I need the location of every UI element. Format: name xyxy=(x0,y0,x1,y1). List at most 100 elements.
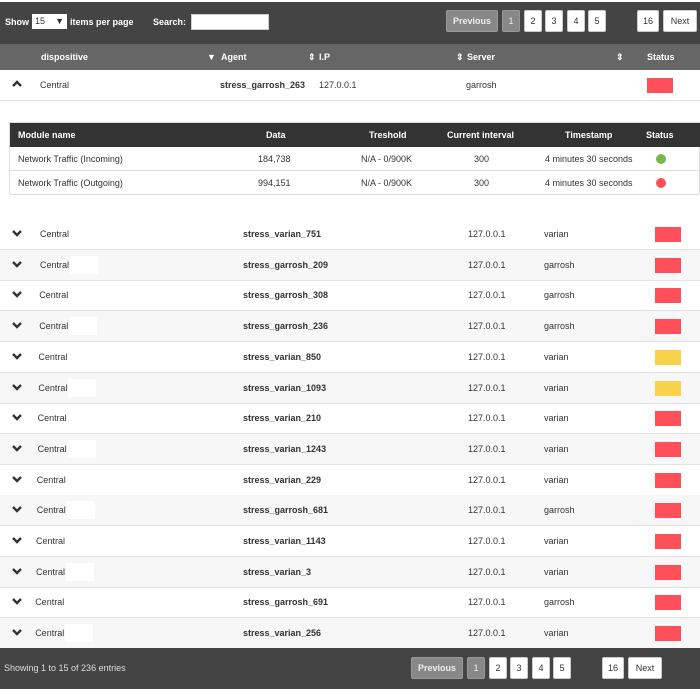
dispositive: Central xyxy=(39,290,69,301)
last-page-button[interactable]: 16 xyxy=(602,657,624,679)
blank-box xyxy=(69,317,98,336)
header-module-name: Module name xyxy=(18,130,76,140)
next-button[interactable]: Next xyxy=(663,10,697,32)
page-button[interactable]: 5 xyxy=(588,10,606,32)
per-page-select[interactable]: 15 ▼ xyxy=(32,14,67,29)
agent-name[interactable]: stress_varian_1093 xyxy=(243,383,326,393)
table-row[interactable]: Central stress_garrosh_308 127.0.0.1 gar… xyxy=(0,280,700,312)
module-row: Network Traffic (Outgoing) 994,151 N/A -… xyxy=(10,171,699,195)
dispositive: Central xyxy=(36,505,66,516)
blank-box xyxy=(66,501,95,520)
header-status: Status xyxy=(646,130,674,140)
table-row[interactable]: Central stress_garrosh_681 127.0.0.1 gar… xyxy=(0,495,700,527)
page-button[interactable]: 4 xyxy=(567,10,585,32)
sort-desc-icon[interactable]: ▼ xyxy=(207,52,216,62)
ip: 127.0.0.1 xyxy=(468,597,506,608)
table-row[interactable]: Central stress_varian_850 127.0.0.1 vari… xyxy=(0,342,700,373)
ip: 127.0.0.1 xyxy=(468,259,506,270)
status-indicator xyxy=(655,411,681,427)
chevron-down-icon[interactable] xyxy=(11,626,23,638)
chevron-down-icon[interactable] xyxy=(11,350,23,362)
sort-icon[interactable]: ⇕ xyxy=(308,52,316,63)
server: garrosh xyxy=(466,80,497,90)
column-ip[interactable]: I.P xyxy=(319,52,330,62)
agent-name[interactable]: stress_garrosh_209 xyxy=(243,260,328,270)
ip: 127.0.0.1 xyxy=(468,382,506,393)
page-button[interactable]: 2 xyxy=(489,657,507,679)
dropdown-arrow-icon: ▼ xyxy=(55,16,64,26)
chevron-down-icon[interactable] xyxy=(11,227,23,239)
dispositive: Central xyxy=(38,351,68,362)
column-server[interactable]: Server xyxy=(467,52,495,62)
table-row[interactable]: Central stress_varian_3 127.0.0.1 varian xyxy=(0,556,700,588)
chevron-down-icon[interactable] xyxy=(11,381,23,393)
status-indicator xyxy=(655,441,681,457)
chevron-down-icon[interactable] xyxy=(11,565,23,577)
table-row[interactable]: Central stress_varian_229 127.0.0.1 vari… xyxy=(0,465,700,496)
page-button[interactable]: 1 xyxy=(502,10,520,32)
chevron-down-icon[interactable] xyxy=(11,411,23,423)
chevron-down-icon[interactable] xyxy=(11,319,23,331)
table-row[interactable]: Central stress_varian_1243 127.0.0.1 var… xyxy=(0,433,700,465)
previous-button[interactable]: Previous xyxy=(411,657,463,679)
items-per-page-label: items per page xyxy=(70,17,134,27)
table-row[interactable]: Central stress_garrosh_209 127.0.0.1 gar… xyxy=(0,249,700,281)
agent-name[interactable]: stress_garrosh_236 xyxy=(243,321,328,331)
ip: 127.0.0.1 xyxy=(468,351,506,362)
page-button[interactable]: 5 xyxy=(553,657,571,679)
chevron-down-icon[interactable] xyxy=(11,534,23,546)
page-button[interactable]: 4 xyxy=(532,657,550,679)
table-row[interactable]: Central stress_garrosh_691 127.0.0.1 gar… xyxy=(0,587,700,619)
status-indicator xyxy=(655,319,681,335)
agent-name[interactable]: stress_garrosh_691 xyxy=(243,597,328,607)
agent-name[interactable]: stress_varian_751 xyxy=(243,229,321,239)
chevron-down-icon[interactable] xyxy=(11,503,23,515)
next-button[interactable]: Next xyxy=(628,657,662,679)
agent-name[interactable]: stress_garrosh_681 xyxy=(243,505,328,515)
agent-name[interactable]: stress_varian_1143 xyxy=(243,536,326,546)
table-row[interactable]: Central stress_varian_1093 127.0.0.1 var… xyxy=(0,372,700,404)
page-button[interactable]: 3 xyxy=(545,10,563,32)
dispositive: Central xyxy=(35,597,65,608)
previous-button[interactable]: Previous xyxy=(446,10,498,32)
per-page-value: 15 xyxy=(35,16,46,26)
sort-icon[interactable]: ⇕ xyxy=(456,52,464,63)
table-row[interactable]: Central stress_varian_210 127.0.0.1 vari… xyxy=(0,403,700,435)
page-button[interactable]: 1 xyxy=(467,657,485,679)
agent-name[interactable]: stress_varian_210 xyxy=(243,413,321,423)
table-row[interactable]: Central stress_varian_1143 127.0.0.1 var… xyxy=(0,526,700,557)
table-row[interactable]: Central stress_varian_751 127.0.0.1 vari… xyxy=(0,219,700,250)
agent-name[interactable]: stress_varian_1243 xyxy=(243,444,326,454)
column-dispositive[interactable]: dispositive xyxy=(41,52,88,62)
chevron-up-icon[interactable] xyxy=(11,78,23,90)
status-dot xyxy=(656,154,666,164)
chevron-down-icon[interactable] xyxy=(11,442,23,454)
table-row[interactable]: Central stress_garrosh_236 127.0.0.1 gar… xyxy=(0,311,700,343)
agent-name[interactable]: stress_garrosh_308 xyxy=(243,290,328,300)
page-button[interactable]: 3 xyxy=(510,657,528,679)
chevron-down-icon[interactable] xyxy=(11,595,23,607)
table-row[interactable]: Central stress_varian_256 127.0.0.1 vari… xyxy=(0,618,700,650)
chevron-down-icon[interactable] xyxy=(11,473,23,485)
entries-info: Showing 1 to 15 of 236 entries xyxy=(4,663,126,673)
ip: 127.0.0.1 xyxy=(468,505,506,516)
search-input[interactable] xyxy=(191,14,269,30)
column-agent[interactable]: Agent xyxy=(221,52,247,62)
ip: 127.0.0.1 xyxy=(468,290,506,301)
ip: 127.0.0.1 xyxy=(468,443,506,454)
agent-name[interactable]: stress_varian_229 xyxy=(243,475,321,485)
module-data: 184,738 xyxy=(258,154,291,164)
table-row-expanded[interactable]: Central stress_garrosh_263 127.0.0.1 gar… xyxy=(0,70,700,101)
top-toolbar: Show 15 ▼ items per page Search: Previous… xyxy=(0,2,700,44)
agent-name[interactable]: stress_garrosh_263 xyxy=(220,80,305,90)
chevron-down-icon[interactable] xyxy=(11,288,23,300)
sort-icon[interactable]: ⇕ xyxy=(616,52,624,63)
agent-name[interactable]: stress_varian_256 xyxy=(243,628,321,638)
module-timestamp: 4 minutes 30 seconds xyxy=(545,178,633,188)
last-page-button[interactable]: 16 xyxy=(637,10,659,32)
chevron-down-icon[interactable] xyxy=(11,258,23,270)
server: garrosh xyxy=(544,290,575,301)
page-button[interactable]: 2 xyxy=(524,10,542,32)
agent-name[interactable]: stress_varian_850 xyxy=(243,352,321,362)
agent-name[interactable]: stress_varian_3 xyxy=(243,567,311,577)
